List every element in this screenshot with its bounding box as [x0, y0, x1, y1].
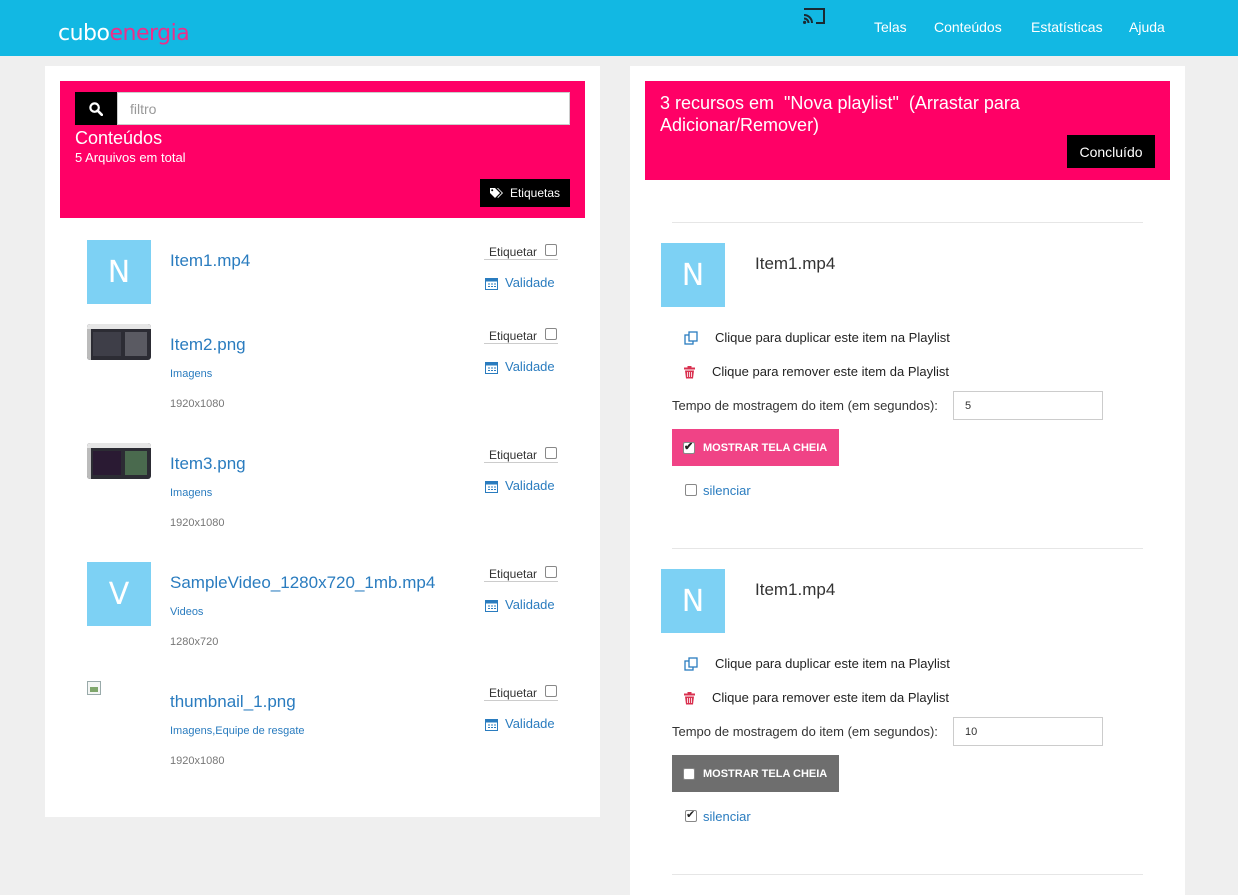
search-input[interactable] [117, 92, 570, 125]
search-icon [89, 101, 103, 116]
duration-input[interactable] [953, 391, 1103, 420]
mute-label[interactable]: silenciar [703, 483, 751, 499]
logo-part-cubo: cubo [58, 21, 110, 46]
fullscreen-checkbox[interactable] [683, 440, 695, 454]
tag-label-text: Etiquetar [489, 686, 538, 700]
playlist-item-thumbnail[interactable]: N [661, 569, 725, 633]
item-name[interactable]: Item2.png [170, 334, 246, 356]
duplicate-action[interactable]: Clique para duplicar este item na Playli… [684, 656, 950, 672]
mute-checkbox[interactable] [685, 808, 697, 822]
validity-link[interactable]: Validade [485, 478, 555, 494]
playlist-item-name: Item1.mp4 [755, 580, 836, 599]
validity-link[interactable]: Validade [485, 275, 555, 291]
calendar-icon [485, 361, 498, 374]
file-count: 5 Arquivos em total [75, 150, 186, 165]
top-navbar: cuboenergia Telas Conteúdos Estatísticas… [0, 0, 1238, 56]
item-name[interactable]: SampleVideo_1280x720_1mb.mp4 [170, 572, 435, 594]
item-name[interactable]: thumbnail_1.png [170, 691, 296, 713]
done-button[interactable]: Concluído [1067, 135, 1155, 168]
item-category[interactable]: Imagens,Equipe de resgate [170, 724, 305, 738]
item-resolution: 1920x1080 [170, 755, 225, 767]
validity-label: Validade [505, 275, 555, 290]
validity-label: Validade [505, 716, 555, 731]
duration-label: Tempo de mostragem do item (em segundos)… [672, 724, 938, 739]
calendar-icon [485, 277, 498, 290]
duration-label: Tempo de mostragem do item (em segundos)… [672, 398, 938, 413]
broken-image-icon[interactable] [87, 681, 101, 695]
trash-icon [684, 691, 695, 704]
tag-label-text: Etiquetar [489, 329, 538, 343]
nav-conteudos[interactable]: Conteúdos [934, 18, 1002, 36]
item-category[interactable]: Imagens [170, 486, 212, 500]
duration-input[interactable] [953, 717, 1103, 746]
tag-label-text: Etiquetar [489, 567, 538, 581]
remove-label: Clique para remover este item da Playlis… [712, 364, 949, 379]
item-resolution: 1920x1080 [170, 398, 225, 410]
item-image-thumbnail[interactable] [87, 443, 151, 479]
item-resolution: 1920x1080 [170, 517, 225, 529]
tag-label-text: Etiquetar [489, 448, 538, 462]
tag-checkbox[interactable] [545, 328, 557, 340]
tag-checkbox[interactable] [545, 447, 557, 459]
remove-action[interactable]: Clique para remover este item da Playlis… [684, 364, 949, 380]
brand-logo[interactable]: cuboenergia [58, 20, 190, 48]
search-button[interactable] [75, 92, 117, 125]
duplicate-action[interactable]: Clique para duplicar este item na Playli… [684, 330, 950, 346]
item-image-thumbnail[interactable] [87, 324, 151, 360]
tags-button-label: Etiquetas [509, 186, 561, 200]
calendar-icon [485, 718, 498, 731]
duplicate-label: Clique para duplicar este item na Playli… [715, 656, 950, 671]
trash-icon [684, 365, 695, 378]
divider [672, 874, 1143, 875]
tags-icon [489, 187, 503, 198]
logo-part-energia: energia [109, 21, 190, 46]
tag-label-text: Etiquetar [489, 245, 538, 259]
tag-checkbox[interactable] [545, 566, 557, 578]
nav-ajuda[interactable]: Ajuda [1129, 18, 1165, 36]
nav-telas[interactable]: Telas [874, 18, 907, 36]
calendar-icon [485, 480, 498, 493]
playlist-item-name: Item1.mp4 [755, 254, 836, 273]
divider [672, 548, 1143, 549]
remove-action[interactable]: Clique para remover este item da Playlis… [684, 690, 949, 706]
validity-label: Validade [505, 359, 555, 374]
fullscreen-label: MOSTRAR TELA CHEIA [703, 441, 828, 454]
validity-label: Validade [505, 478, 555, 493]
fullscreen-label: MOSTRAR TELA CHEIA [703, 767, 828, 780]
fullscreen-checkbox[interactable] [683, 767, 695, 780]
library-title: Conteúdos [75, 128, 163, 148]
divider [672, 222, 1143, 223]
mute-checkbox[interactable] [685, 484, 697, 496]
playlist-title: 3 recursos em "Nova playlist" (Arrastar … [660, 93, 1024, 135]
validity-label: Validade [505, 597, 555, 612]
item-name[interactable]: Item3.png [170, 453, 246, 475]
item-category[interactable]: Imagens [170, 367, 212, 381]
cast-icon[interactable] [802, 6, 826, 26]
playlist-header: 3 recursos em "Nova playlist" (Arrastar … [645, 81, 1170, 180]
fullscreen-toggle[interactable]: MOSTRAR TELA CHEIA [672, 755, 839, 792]
tags-button[interactable]: Etiquetas [480, 179, 570, 207]
remove-label: Clique para remover este item da Playlis… [712, 690, 949, 705]
nav-estatisticas[interactable]: Estatísticas [1031, 18, 1103, 36]
item-thumbnail[interactable]: N [87, 240, 151, 304]
validity-link[interactable]: Validade [485, 716, 555, 732]
library-header: Conteúdos 5 Arquivos em total Etiquetas [60, 81, 585, 218]
validity-link[interactable]: Validade [485, 359, 555, 375]
item-name[interactable]: Item1.mp4 [170, 250, 250, 272]
tag-checkbox[interactable] [545, 685, 557, 697]
item-thumbnail[interactable]: V [87, 562, 151, 626]
playlist-item-thumbnail[interactable]: N [661, 243, 725, 307]
copy-icon [684, 657, 698, 671]
tag-checkbox[interactable] [545, 244, 557, 256]
validity-link[interactable]: Validade [485, 597, 555, 613]
copy-icon [684, 331, 698, 345]
fullscreen-toggle[interactable]: MOSTRAR TELA CHEIA [672, 429, 839, 466]
duplicate-label: Clique para duplicar este item na Playli… [715, 330, 950, 345]
item-category[interactable]: Videos [170, 605, 203, 619]
item-resolution: 1280x720 [170, 636, 219, 648]
calendar-icon [485, 599, 498, 612]
mute-label[interactable]: silenciar [703, 809, 751, 825]
content-library-panel: Conteúdos 5 Arquivos em total Etiquetas [45, 66, 600, 817]
